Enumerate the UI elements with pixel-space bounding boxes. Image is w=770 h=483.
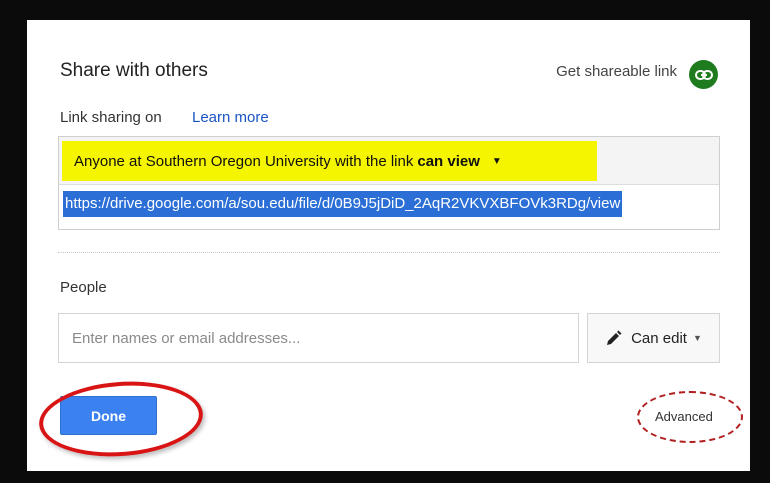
section-divider <box>58 252 720 253</box>
access-scope-text: Anyone at Southern Oregon University wit… <box>74 152 414 170</box>
caret-down-icon: ▼ <box>491 155 502 167</box>
people-input[interactable] <box>58 313 579 363</box>
share-url-field[interactable]: https://drive.google.com/a/sou.edu/file/… <box>63 191 623 217</box>
access-row: Anyone at Southern Oregon University wit… <box>59 137 719 185</box>
get-shareable-link-label[interactable]: Get shareable link <box>556 63 677 80</box>
people-label: People <box>60 279 107 296</box>
advanced-annotation-circle <box>637 391 743 443</box>
link-settings-box: Anyone at Southern Oregon University wit… <box>58 136 720 230</box>
done-annotation-circle <box>36 376 206 462</box>
caret-down-icon: ▼ <box>692 333 702 343</box>
get-shareable-link-button[interactable] <box>689 60 718 89</box>
link-icon <box>694 69 713 80</box>
dialog-title: Share with others <box>60 60 208 81</box>
link-sharing-status: Link sharing on <box>60 109 162 126</box>
permission-dropdown[interactable]: Can edit ▼ <box>587 313 720 363</box>
permission-value: Can edit <box>631 329 687 347</box>
access-level-value: can view <box>417 152 480 170</box>
pencil-icon <box>605 330 622 347</box>
share-dialog: Share with others Get shareable link Lin… <box>27 20 750 471</box>
learn-more-link[interactable]: Learn more <box>192 109 269 126</box>
access-level-dropdown[interactable]: Anyone at Southern Oregon University wit… <box>62 141 597 181</box>
